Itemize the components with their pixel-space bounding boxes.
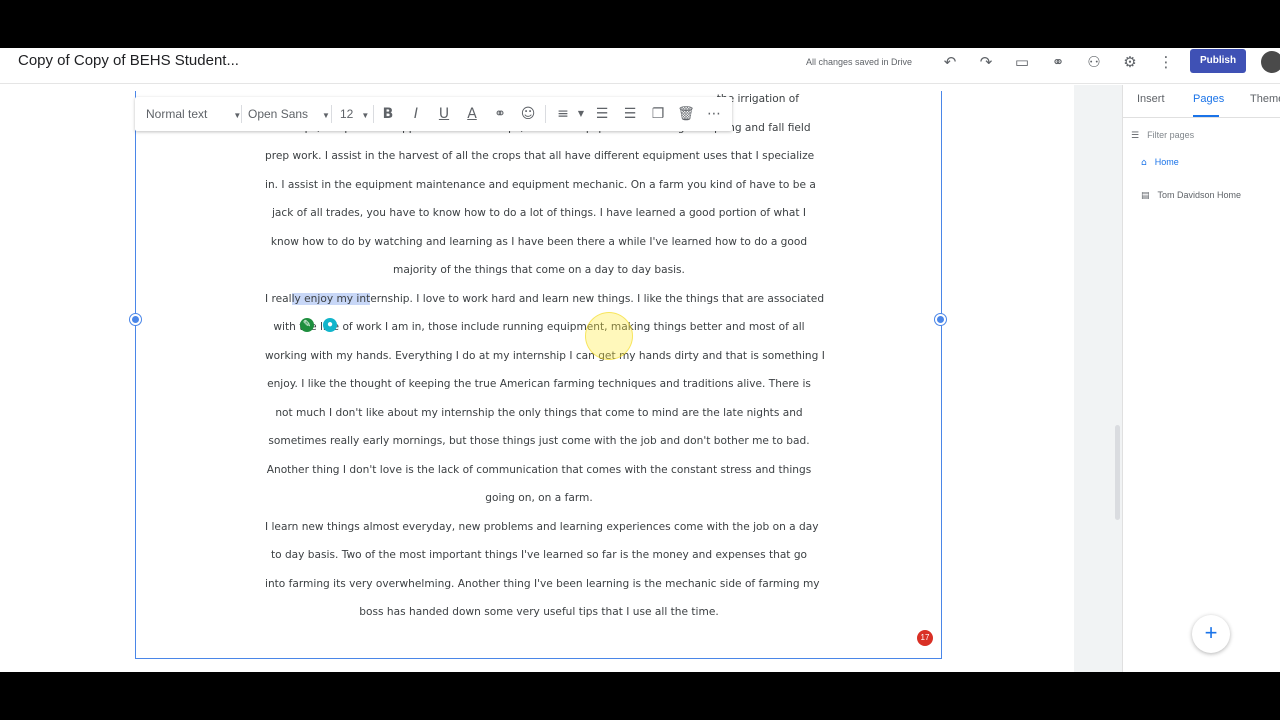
share-icon[interactable]: ⚇ bbox=[1084, 52, 1104, 72]
home-icon: ⌂ bbox=[1141, 158, 1147, 168]
format-toolbar: Normal text ▼ Open Sans ▼ 12 ▼ B I U A ⚭ ☺ … bbox=[135, 97, 732, 131]
text-line: going on, on a farm. bbox=[485, 492, 593, 504]
tab-themes[interactable]: Themes bbox=[1250, 93, 1280, 105]
notification-badge[interactable]: 17 bbox=[917, 630, 933, 646]
font-dropdown[interactable]: Open Sans ▼ bbox=[248, 97, 330, 131]
align-center-icon[interactable]: ≡ bbox=[553, 104, 573, 124]
page-icon: ▤ bbox=[1141, 191, 1150, 201]
tab-pages[interactable]: Pages bbox=[1193, 93, 1224, 105]
sites-editor: Copy of Copy of BEHS Student... All chan… bbox=[0, 48, 1280, 672]
bulleted-list-icon[interactable]: ☰ bbox=[620, 104, 640, 124]
text-line-selected: I really enjoy my internship. I love to … bbox=[265, 285, 824, 314]
chevron-down-icon: ▼ bbox=[361, 111, 370, 120]
avatar[interactable] bbox=[1261, 51, 1280, 73]
explore-icon[interactable]: ● bbox=[323, 318, 337, 332]
redo-icon[interactable]: ↷ bbox=[976, 52, 996, 72]
more-horiz-icon[interactable]: ⋯ bbox=[704, 104, 724, 124]
preview-icon[interactable]: ▭ bbox=[1012, 52, 1032, 72]
cursor-highlight bbox=[585, 312, 633, 360]
page-label: Tom Davidson Home bbox=[1157, 190, 1242, 200]
save-status: All changes saved in Drive bbox=[806, 57, 913, 67]
editor-canvas: the irrigation of the crops, the pestici… bbox=[0, 85, 1122, 672]
edit-pencil-icon[interactable]: ✎ bbox=[300, 318, 314, 332]
tabs-divider bbox=[1123, 117, 1280, 118]
text-line: in. I assist in the equipment maintenanc… bbox=[265, 178, 816, 191]
text-line: working with my hands. Everything I do a… bbox=[265, 349, 825, 362]
text-line: know how to do by watching and learning … bbox=[270, 235, 808, 248]
text-line: majority of the things that come on a da… bbox=[393, 264, 685, 276]
paragraph-style-value: Normal text bbox=[146, 107, 208, 121]
numbered-list-icon[interactable]: ☰ bbox=[592, 104, 612, 124]
text-line: enjoy. I like the thought of keeping the… bbox=[267, 378, 811, 390]
settings-icon[interactable]: ⚙ bbox=[1120, 52, 1140, 72]
chevron-down-icon[interactable]: ▼ bbox=[571, 104, 591, 124]
text-line: not much I don't like about my internshi… bbox=[275, 406, 803, 419]
tab-insert[interactable]: Insert bbox=[1137, 93, 1165, 105]
site-title[interactable]: Copy of Copy of BEHS Student... bbox=[18, 52, 239, 69]
divider bbox=[241, 105, 242, 123]
link-icon[interactable]: ⚭ bbox=[1048, 52, 1068, 72]
bold-icon[interactable]: B bbox=[378, 104, 398, 124]
undo-icon[interactable]: ↶ bbox=[940, 52, 960, 72]
text-line: prep work. I assist in the harvest of al… bbox=[265, 150, 815, 162]
divider bbox=[545, 105, 546, 123]
text-line: jack of all trades, you have to know how… bbox=[271, 207, 807, 219]
font-size-dropdown[interactable]: 12 ▼ bbox=[340, 97, 369, 131]
italic-icon[interactable]: I bbox=[406, 104, 426, 124]
text-color-icon[interactable]: A bbox=[462, 104, 482, 124]
text-after-selection: ernship. I love to work hard and learn n… bbox=[370, 292, 825, 305]
publish-button[interactable]: Publish bbox=[1190, 49, 1246, 73]
font-size-value: 12 bbox=[340, 107, 354, 121]
delete-icon[interactable]: 🗑 bbox=[676, 104, 696, 124]
paragraph-style-dropdown[interactable]: Normal text ▼ bbox=[146, 97, 241, 131]
text-box-body[interactable]: the irrigation of the crops, the pestici… bbox=[265, 85, 825, 627]
divider bbox=[331, 105, 332, 123]
divider bbox=[373, 105, 374, 123]
right-panel: Insert Pages Themes ☰Filter pages ⌂Home … bbox=[1122, 85, 1280, 672]
underline-icon[interactable]: U bbox=[434, 104, 454, 124]
text-line: sometimes really early mornings, but tho… bbox=[268, 435, 810, 447]
chevron-down-icon: ▼ bbox=[322, 111, 330, 120]
text-line: to day basis. Two of the most important … bbox=[270, 549, 808, 561]
filter-icon: ☰ bbox=[1131, 131, 1140, 141]
filter-pages[interactable]: ☰ Filter pages bbox=[1131, 125, 1280, 145]
filter-placeholder: Filter pages bbox=[1147, 130, 1195, 140]
page-item-tom-davidson-home[interactable]: ▤ Tom Davidson Home bbox=[1141, 186, 1241, 204]
top-bar: Copy of Copy of BEHS Student... All chan… bbox=[0, 48, 1280, 84]
text-line: with the line of work I am in, those inc… bbox=[273, 321, 805, 333]
active-tab-indicator bbox=[1193, 115, 1219, 117]
scrollbar[interactable] bbox=[1115, 425, 1120, 520]
text-before-selection: I real bbox=[265, 292, 292, 305]
page: the irrigation of the crops, the pestici… bbox=[0, 85, 1074, 672]
add-page-button[interactable]: + bbox=[1192, 615, 1230, 653]
page-item-home[interactable]: ⌂ Home bbox=[1141, 153, 1179, 171]
link-icon[interactable]: ⚭ bbox=[490, 104, 510, 124]
text-selection: ly enjoy my int bbox=[291, 292, 371, 305]
resize-handle-left[interactable] bbox=[130, 314, 141, 325]
resize-handle-right[interactable] bbox=[935, 314, 946, 325]
text-line: Another thing I don't love is the lack o… bbox=[266, 463, 812, 476]
page-label: Home bbox=[1154, 157, 1179, 167]
text-line: I learn new things almost everyday, new … bbox=[265, 520, 819, 533]
emoji-icon[interactable]: ☺ bbox=[518, 104, 538, 124]
text-line: boss has handed down some very useful ti… bbox=[359, 606, 719, 618]
more-icon[interactable]: ⋮ bbox=[1156, 52, 1176, 72]
font-value: Open Sans bbox=[248, 107, 309, 121]
text-line: into farming its very overwhelming. Anot… bbox=[265, 577, 820, 590]
duplicate-icon[interactable]: ❐ bbox=[648, 104, 668, 124]
